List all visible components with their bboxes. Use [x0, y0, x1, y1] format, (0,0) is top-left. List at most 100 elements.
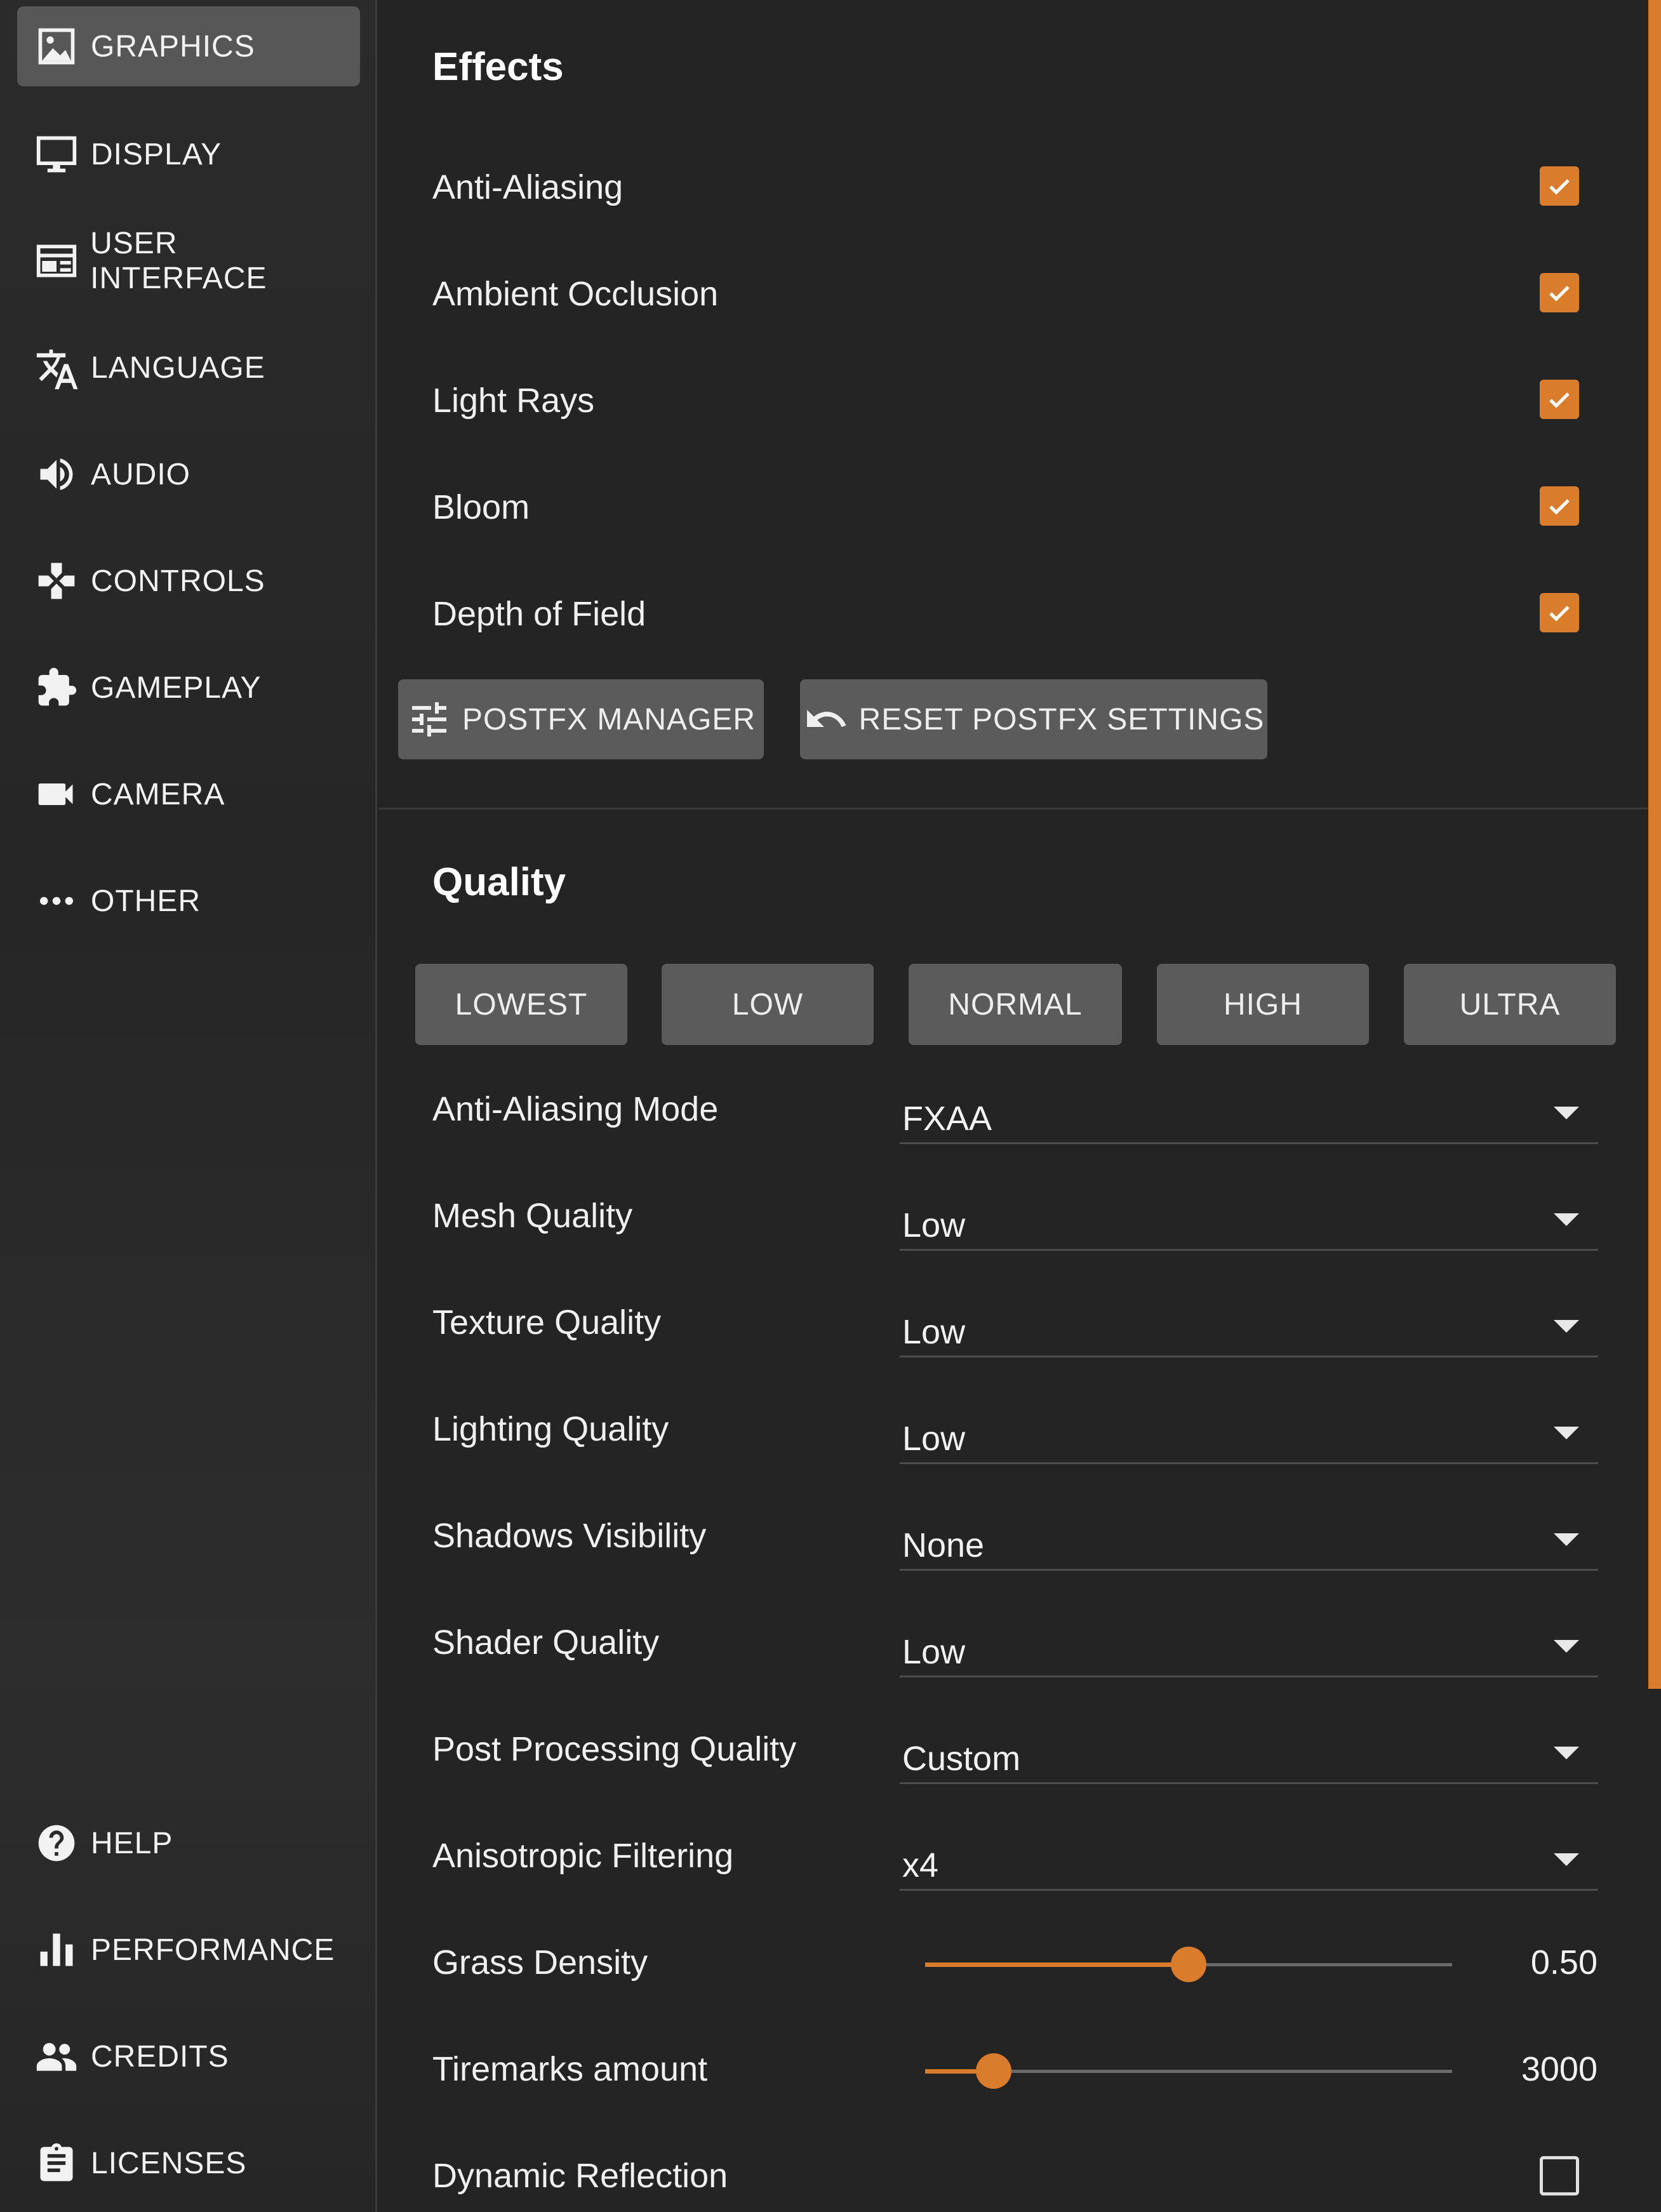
grass-density-slider[interactable]: [925, 1945, 1452, 1983]
sidebar-item-display[interactable]: DISPLAY: [17, 114, 360, 194]
sidebar-item-label: CAMERA: [91, 777, 225, 811]
sidebar-item-licenses[interactable]: LICENSES: [17, 2123, 360, 2203]
preset-high-button[interactable]: HIGH: [1157, 964, 1369, 1045]
settings-sidebar: GRAPHICS DISPLAY USER INTERFACE LANGUAGE…: [0, 0, 377, 2212]
sidebar-item-label: PERFORMANCE: [91, 1933, 335, 1967]
people-icon: [34, 2034, 79, 2079]
sidebar-item-audio[interactable]: AUDIO: [17, 434, 360, 514]
sidebar-item-label: CREDITS: [91, 2039, 229, 2074]
grass-density-label: Grass Density: [432, 1943, 648, 1982]
select-value: None: [902, 1526, 985, 1564]
sidebar-item-camera[interactable]: CAMERA: [17, 754, 360, 834]
select-value: Custom: [902, 1740, 1021, 1778]
sidebar-item-label: GAMEPLAY: [91, 670, 262, 705]
sidebar-item-controls[interactable]: CONTROLS: [17, 541, 360, 621]
sidebar-item-user-interface[interactable]: USER INTERFACE: [17, 221, 360, 301]
lighting-quality-select[interactable]: Low: [900, 1388, 1598, 1464]
anti-aliasing-checkbox[interactable]: [1540, 166, 1579, 206]
checkmark-icon: [1549, 286, 1570, 302]
preset-lowest-button[interactable]: LOWEST: [415, 964, 627, 1045]
sidebar-item-gameplay[interactable]: GAMEPLAY: [17, 648, 360, 728]
puzzle-icon: [34, 665, 79, 710]
sidebar-item-label: HELP: [91, 1826, 173, 1860]
sidebar-item-label: CONTROLS: [91, 564, 265, 598]
caret-down-icon: [1554, 1213, 1579, 1226]
shadows-visibility-label: Shadows Visibility: [432, 1517, 707, 1555]
caret-down-icon: [1554, 1747, 1579, 1759]
ambient-occlusion-checkbox[interactable]: [1540, 273, 1579, 312]
sidebar-item-credits[interactable]: CREDITS: [17, 2016, 360, 2096]
light-rays-checkbox[interactable]: [1540, 380, 1579, 419]
dynamic-reflection-label: Dynamic Reflection: [432, 2157, 728, 2195]
post-processing-quality-label: Post Processing Quality: [432, 1730, 797, 1768]
web-window-icon: [34, 238, 79, 284]
sidebar-item-label: GRAPHICS: [91, 29, 255, 63]
sidebar-item-label: LANGUAGE: [91, 350, 265, 385]
caret-down-icon: [1554, 1107, 1579, 1119]
anisotropic-filtering-select[interactable]: x4: [900, 1815, 1598, 1891]
checkmark-icon: [1549, 392, 1570, 408]
scrollbar[interactable]: [1648, 0, 1661, 1689]
bar-chart-icon: [34, 1927, 79, 1973]
texture-quality-select[interactable]: Low: [900, 1281, 1598, 1357]
sidebar-item-label: OTHER: [91, 884, 201, 918]
caret-down-icon: [1554, 1427, 1579, 1439]
speaker-icon: [34, 451, 79, 497]
help-circle-icon: [34, 1820, 79, 1866]
shader-quality-label: Shader Quality: [432, 1623, 660, 1662]
bloom-checkbox[interactable]: [1540, 486, 1579, 526]
select-value: Low: [902, 1420, 966, 1458]
bloom-label: Bloom: [432, 488, 530, 526]
postfx-manager-button[interactable]: POSTFX MANAGER: [398, 679, 764, 759]
mesh-quality-select[interactable]: Low: [900, 1175, 1598, 1251]
preset-ultra-button[interactable]: ULTRA: [1404, 964, 1616, 1045]
select-value: Low: [902, 1313, 966, 1351]
reset-postfx-settings-label: RESET POSTFX SETTINGS: [858, 702, 1265, 736]
caret-down-icon: [1554, 1533, 1579, 1546]
shader-quality-select[interactable]: Low: [900, 1601, 1598, 1677]
grass-density-value: 0.50: [1530, 1943, 1598, 1982]
mesh-quality-label: Mesh Quality: [432, 1197, 633, 1235]
quality-section-title: Quality: [432, 860, 566, 904]
sidebar-item-performance[interactable]: PERFORMANCE: [17, 1910, 360, 1990]
select-value: x4: [902, 1846, 939, 1884]
tiremarks-amount-value: 3000: [1521, 2050, 1598, 2088]
graphics-settings-panel: Effects Anti-Aliasing Ambient Occlusion …: [379, 0, 1648, 2212]
sidebar-item-label: USER INTERFACE: [90, 227, 267, 295]
sidebar-item-language[interactable]: LANGUAGE: [17, 328, 360, 408]
clipboard-icon: [34, 2140, 79, 2186]
anisotropic-filtering-label: Anisotropic Filtering: [432, 1837, 734, 1875]
select-value: Low: [902, 1206, 966, 1244]
monitor-icon: [34, 131, 79, 177]
depth-of-field-checkbox[interactable]: [1540, 593, 1579, 632]
anti-aliasing-mode-select[interactable]: FXAA: [900, 1068, 1598, 1144]
effects-section-title: Effects: [432, 45, 564, 89]
slider-thumb[interactable]: [1171, 1947, 1206, 1982]
image-icon: [34, 23, 79, 69]
reset-postfx-settings-button[interactable]: RESET POSTFX SETTINGS: [800, 679, 1267, 759]
dynamic-reflection-checkbox[interactable]: [1540, 2156, 1579, 2195]
light-rays-label: Light Rays: [432, 382, 595, 420]
more-dots-icon: [34, 878, 79, 924]
lighting-quality-label: Lighting Quality: [432, 1410, 669, 1448]
caret-down-icon: [1554, 1320, 1579, 1333]
translate-icon: [34, 345, 79, 390]
sidebar-item-other[interactable]: OTHER: [17, 861, 360, 941]
post-processing-quality-select[interactable]: Custom: [900, 1708, 1598, 1784]
slider-thumb[interactable]: [975, 2053, 1011, 2089]
gamepad-icon: [34, 558, 79, 604]
tiremarks-amount-slider[interactable]: [925, 2052, 1452, 2090]
tiremarks-amount-label: Tiremarks amount: [432, 2050, 708, 2088]
checkmark-icon: [1549, 499, 1570, 515]
caret-down-icon: [1554, 1640, 1579, 1653]
preset-normal-button[interactable]: NORMAL: [909, 964, 1122, 1045]
postfx-manager-label: POSTFX MANAGER: [462, 702, 756, 736]
sidebar-item-graphics[interactable]: GRAPHICS: [17, 6, 360, 86]
select-value: FXAA: [902, 1100, 992, 1138]
anti-aliasing-label: Anti-Aliasing: [432, 168, 624, 206]
preset-low-button[interactable]: LOW: [662, 964, 874, 1045]
sidebar-item-label: LICENSES: [91, 2146, 247, 2180]
shadows-visibility-select[interactable]: None: [900, 1495, 1598, 1571]
sidebar-item-help[interactable]: HELP: [17, 1803, 360, 1883]
undo-icon: [806, 710, 846, 727]
